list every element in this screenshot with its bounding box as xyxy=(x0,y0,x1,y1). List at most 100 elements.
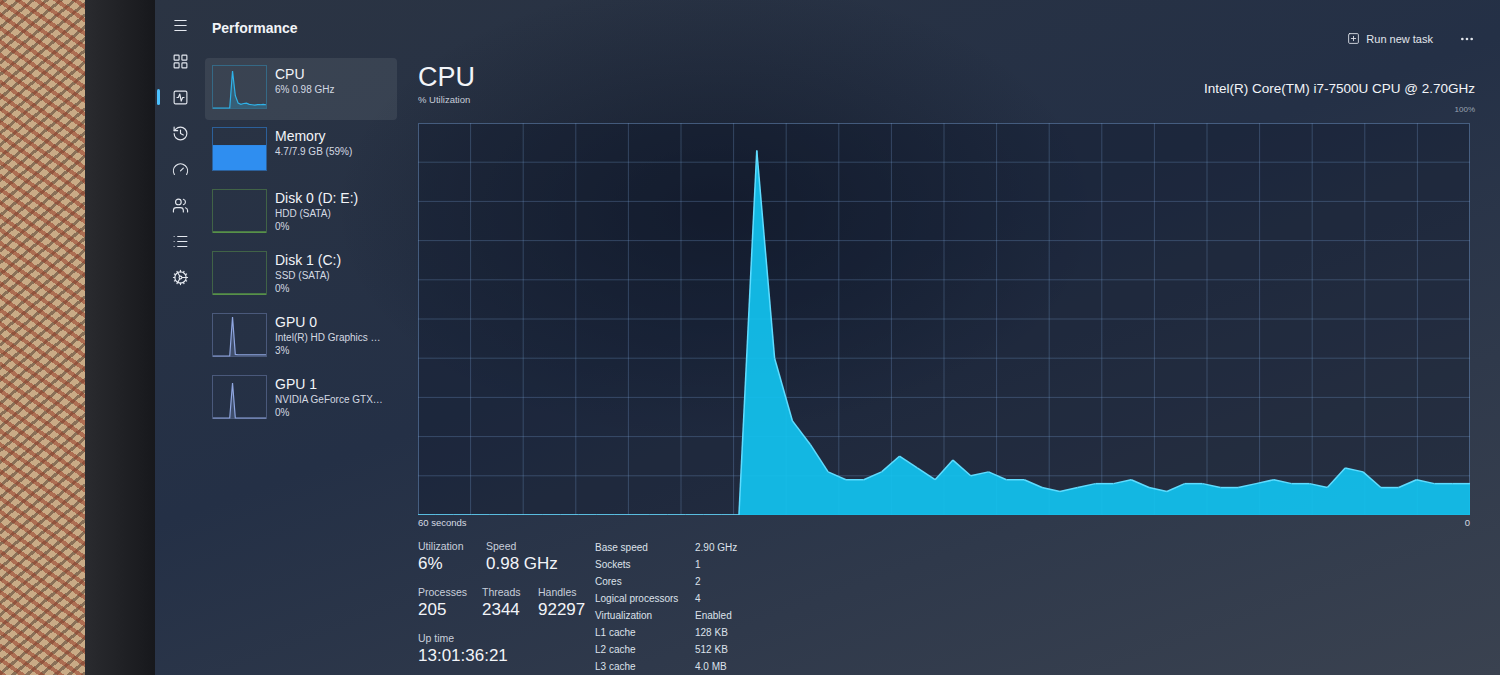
chart-background xyxy=(418,123,1470,515)
nav-button[interactable] xyxy=(155,259,205,295)
detail-value: 512 KB xyxy=(695,641,737,658)
detail-label: L1 cache xyxy=(595,624,695,641)
nav-button[interactable] xyxy=(155,187,205,223)
sidebar-item-name: GPU 0 xyxy=(275,314,381,331)
nav-button[interactable] xyxy=(155,151,205,187)
laptop-bezel xyxy=(85,0,155,675)
chart-segment xyxy=(418,514,436,515)
x-axis-label: 60 seconds xyxy=(418,515,467,531)
stat-row: Utilization6%Speed0.98 GHz xyxy=(418,539,595,575)
sidebar-item-detail: NVIDIA GeForce GTX… xyxy=(275,393,383,406)
chart-segment xyxy=(1399,480,1417,488)
performance-icon xyxy=(172,89,189,106)
stat: Up time13:01:36:21 xyxy=(418,631,538,667)
chart-segment xyxy=(1096,483,1114,485)
nav-button[interactable] xyxy=(155,115,205,151)
sidebar-item-detail: SSD (SATA) xyxy=(275,269,341,282)
chart-segment xyxy=(1220,487,1238,489)
chart-segment xyxy=(1381,487,1399,489)
chart-segment xyxy=(1345,468,1363,472)
nav-button[interactable] xyxy=(155,7,205,43)
sidebar-item-detail: 4.7/7.9 GB (59%) xyxy=(275,145,352,158)
chart-segment xyxy=(471,514,489,515)
chart-segment xyxy=(1274,480,1292,484)
task-manager-window: PerformanceCPU6% 0.98 GHzMemory4.7/7.9 G… xyxy=(155,0,1500,675)
run-new-task-button[interactable]: Run new task xyxy=(1343,30,1437,47)
sidebar-item[interactable]: Memory4.7/7.9 GB (59%) xyxy=(205,120,397,182)
chart-area xyxy=(418,150,1470,515)
chart-segment xyxy=(1256,480,1274,484)
detail-label: Base speed xyxy=(595,539,695,556)
detail-label: Logical processors xyxy=(595,590,695,607)
stat-value: 0.98 GHz xyxy=(486,553,576,575)
chart-segment xyxy=(1131,480,1149,488)
sidebar-item[interactable]: GPU 0Intel(R) HD Graphics …3% xyxy=(205,306,397,368)
sidebar-item-detail: HDD (SATA) xyxy=(275,207,358,220)
chart-segment xyxy=(1417,480,1435,484)
details-icon xyxy=(172,233,189,250)
stat-label: Threads xyxy=(482,585,538,599)
chart-segment xyxy=(525,514,543,515)
detail-value: 4.0 MB xyxy=(695,658,737,675)
chart-segment xyxy=(721,514,739,515)
chart-segment xyxy=(1363,472,1381,488)
chart-segment xyxy=(1060,488,1078,492)
chart-segment xyxy=(989,472,1007,480)
nav-button[interactable] xyxy=(155,43,205,79)
chart-segment xyxy=(775,358,793,421)
chart-segment xyxy=(935,460,953,480)
sidebar-item-detail: 0% xyxy=(275,220,358,233)
startup-icon xyxy=(172,161,189,178)
detail-label: Cores xyxy=(595,573,695,590)
sidebar-item-detail: 3% xyxy=(275,344,381,357)
sidebar-item-text: GPU 1NVIDIA GeForce GTX…0% xyxy=(275,375,383,423)
chart-border xyxy=(419,124,1470,515)
chart-segment xyxy=(1167,484,1185,492)
sidebar-item[interactable]: Disk 1 (C:)SSD (SATA)0% xyxy=(205,244,397,306)
chart-segment xyxy=(1113,480,1131,484)
nav-button[interactable] xyxy=(155,223,205,259)
chart-segment xyxy=(882,456,900,472)
usage-thumbnail xyxy=(212,251,267,295)
main-panel: Run new task CPU% Utilization Intel(R) Cor… xyxy=(397,0,1500,675)
users-icon xyxy=(172,197,189,214)
chart-segment xyxy=(953,460,971,476)
chart-segment xyxy=(971,472,989,476)
chart-title: CPU xyxy=(418,61,475,93)
sidebar-item[interactable]: CPU6% 0.98 GHz xyxy=(205,58,397,120)
stats-panel: Utilization6%Speed0.98 GHz Processes205Th… xyxy=(418,539,1475,675)
title-block: CPU% Utilization xyxy=(418,61,475,115)
sidebar-item-detail: Intel(R) HD Graphics … xyxy=(275,331,381,344)
processes-icon xyxy=(172,53,189,70)
device-block: Intel(R) Core(TM) i7-7500U CPU @ 2.70GHz… xyxy=(1204,61,1475,115)
stat-value: 92297 xyxy=(538,599,598,621)
chart-segment xyxy=(668,514,686,515)
sidebar-item-text: CPU6% 0.98 GHz xyxy=(275,65,334,113)
stat-label: Processes xyxy=(418,585,482,599)
chart-segment xyxy=(561,514,579,515)
sidebar-item[interactable]: GPU 1NVIDIA GeForce GTX…0% xyxy=(205,368,397,430)
chart-header: CPU% Utilization Intel(R) Core(TM) i7-750… xyxy=(418,61,1475,115)
chart-segment xyxy=(703,514,721,515)
detail-label: L2 cache xyxy=(595,641,695,658)
detail-label: Sockets xyxy=(595,556,695,573)
chart-subtitle: % Utilization xyxy=(418,93,475,107)
menu-icon xyxy=(172,17,189,34)
stat: Utilization6% xyxy=(418,539,486,575)
sidebar-item[interactable]: Disk 0 (D: E:)HDD (SATA)0% xyxy=(205,182,397,244)
chart-segment xyxy=(489,514,507,515)
background-photo xyxy=(0,0,85,675)
chart-segment xyxy=(828,472,846,480)
nav-button[interactable] xyxy=(155,79,205,115)
chart-segment xyxy=(632,514,650,515)
usage-thumbnail xyxy=(212,189,267,233)
services-icon xyxy=(172,269,189,286)
stat-value: 205 xyxy=(418,599,482,621)
usage-thumbnail xyxy=(212,375,267,419)
more-button[interactable] xyxy=(1459,31,1475,47)
sidebar-item-text: Disk 0 (D: E:)HDD (SATA)0% xyxy=(275,189,358,237)
axis-labels: 60 seconds0 xyxy=(418,515,1470,531)
stat-value: 6% xyxy=(418,553,486,575)
chart-segment xyxy=(1238,484,1256,488)
detail-value: 4 xyxy=(695,590,737,607)
